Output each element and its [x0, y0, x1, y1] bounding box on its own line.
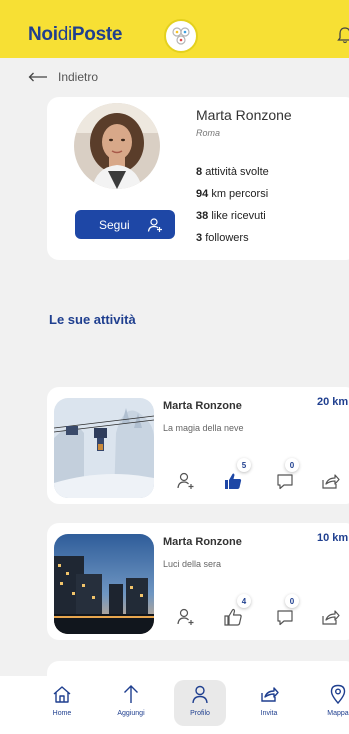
- person-icon: [192, 685, 208, 704]
- nav-map[interactable]: Mappa: [312, 676, 349, 728]
- like-icon[interactable]: [223, 607, 243, 627]
- profile-avatar: [74, 103, 160, 189]
- back-link[interactable]: Indietro: [28, 70, 98, 84]
- logo-text-di: di: [57, 24, 73, 45]
- comment-icon[interactable]: [275, 471, 295, 491]
- arrow-up-icon: [124, 685, 138, 703]
- like-count: 5: [237, 458, 251, 472]
- follow-author-icon[interactable]: [176, 471, 196, 491]
- nav-invite[interactable]: Invita: [243, 676, 295, 728]
- home-icon: [53, 686, 71, 703]
- stat-km: 94 km percorsi: [196, 188, 269, 200]
- share-icon: [261, 687, 279, 702]
- activity-title: La magia della neve: [163, 423, 244, 433]
- app-header: NoidiPoste: [0, 0, 349, 58]
- logo-badge-icon: [164, 19, 198, 53]
- nav-home[interactable]: Home: [36, 676, 88, 728]
- activity-thumbnail: [54, 398, 154, 498]
- nav-profile-label: Profilo: [190, 710, 210, 717]
- profile-stats: 8 attività svolte 94 km percorsi 38 like…: [196, 161, 269, 249]
- add-person-icon: [147, 217, 162, 232]
- nav-invite-label: Invita: [260, 710, 278, 717]
- activity-author: Marta Ronzone: [163, 400, 242, 412]
- activity-author: Marta Ronzone: [163, 536, 242, 548]
- activity-title: Luci della sera: [163, 559, 222, 569]
- notifications-bell-icon[interactable]: [337, 26, 349, 44]
- arrow-left-icon: [28, 72, 47, 82]
- app-logo[interactable]: NoidiPoste: [28, 24, 122, 46]
- activity-distance: 10 km: [317, 532, 349, 544]
- activity-distance: 20 km: [317, 396, 349, 408]
- activity-thumbnail: [54, 534, 154, 634]
- stat-activities: 8 attività svolte: [196, 166, 269, 178]
- nav-add[interactable]: Aggiungi: [105, 676, 157, 728]
- logo-text-poste: Poste: [71, 24, 123, 45]
- main-content[interactable]: Indietro Segui Marta Ronzone Roma 8 atti…: [0, 58, 349, 676]
- like-icon[interactable]: [223, 471, 243, 491]
- logo-text-noi: Noi: [28, 24, 58, 45]
- stat-likes: 38 like ricevuti: [196, 210, 266, 222]
- back-label: Indietro: [58, 70, 99, 84]
- follow-button[interactable]: Segui: [75, 210, 175, 239]
- nav-profile[interactable]: Profilo: [174, 680, 226, 726]
- profile-card: Segui Marta Ronzone Roma 8 attività svol…: [47, 97, 349, 260]
- share-icon[interactable]: [320, 607, 340, 627]
- nav-home-label: Home: [52, 710, 72, 717]
- comment-icon[interactable]: [275, 607, 295, 627]
- stat-followers: 3 followers: [196, 232, 249, 244]
- follow-author-icon[interactable]: [176, 607, 196, 627]
- section-title: Le sue attività: [49, 312, 136, 327]
- map-pin-icon: [330, 684, 346, 704]
- comment-count: 0: [285, 458, 299, 472]
- follow-button-label: Segui: [99, 217, 130, 232]
- comment-count: 0: [285, 594, 299, 608]
- like-count: 4: [237, 594, 251, 608]
- nav-add-label: Aggiungi: [117, 710, 145, 717]
- bottom-navigation: Home Aggiungi Profilo Invita Mappa: [0, 676, 349, 734]
- profile-city: Roma: [196, 128, 221, 138]
- activity-card[interactable]: Marta Ronzone La magia della neve 20 km …: [47, 387, 349, 504]
- share-icon[interactable]: [320, 471, 340, 491]
- activity-card-partial[interactable]: [47, 661, 349, 676]
- nav-map-label: Mappa: [327, 710, 349, 717]
- profile-name: Marta Ronzone: [196, 107, 292, 123]
- activity-card[interactable]: Marta Ronzone Luci della sera 10 km 4 0: [47, 523, 349, 640]
